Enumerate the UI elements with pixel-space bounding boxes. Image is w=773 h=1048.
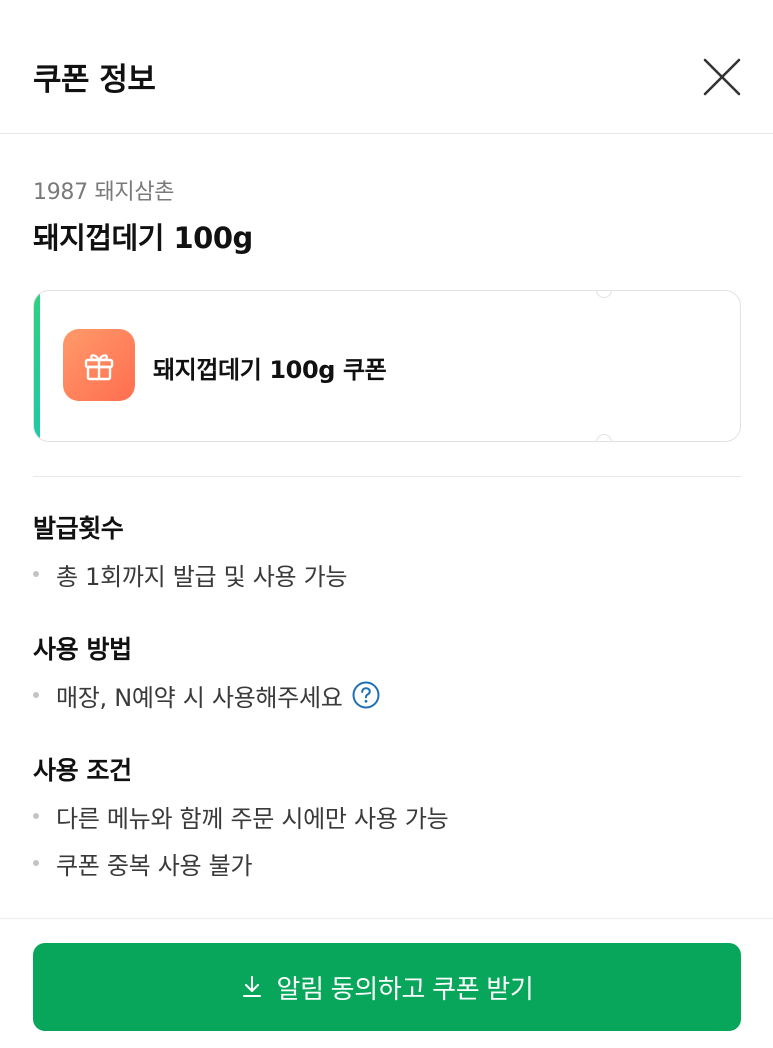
coupon-card: 돼지껍데기 100g 쿠폰 bbox=[33, 290, 741, 442]
header: 쿠폰 정보 bbox=[0, 0, 773, 134]
bullet-dot bbox=[33, 571, 39, 577]
list-item: 매장, N예약 시 사용해주세요 bbox=[33, 679, 380, 712]
coupon-notch-bottom bbox=[596, 434, 612, 441]
close-button[interactable] bbox=[700, 55, 744, 99]
bullet-dot bbox=[33, 813, 39, 819]
page-title: 쿠폰 정보 bbox=[33, 62, 156, 98]
close-icon bbox=[703, 58, 741, 96]
store-name: 1987 돼지삼촌 bbox=[33, 180, 175, 205]
bullet-dot bbox=[33, 692, 39, 698]
coupon-accent-bar bbox=[34, 291, 40, 441]
condition-text: 다른 메뉴와 함께 주문 시에만 사용 가능 bbox=[56, 804, 449, 833]
bullet-dot bbox=[33, 860, 39, 866]
section-divider bbox=[33, 476, 741, 477]
get-coupon-label: 알림 동의하고 쿠폰 받기 bbox=[276, 973, 534, 1004]
list-item: 쿠폰 중복 사용 불가 bbox=[33, 847, 253, 880]
download-icon bbox=[241, 975, 263, 999]
coupon-label: 돼지껍데기 100g 쿠폰 bbox=[153, 356, 387, 384]
issue-count-text: 총 1회까지 발급 및 사용 가능 bbox=[56, 562, 348, 591]
coupon-icon-tile bbox=[63, 329, 135, 401]
usage-method-title: 사용 방법 bbox=[33, 635, 132, 664]
coupon-info-sheet: 쿠폰 정보 1987 돼지삼촌 돼지껍데기 100g 돼지껍데기 100g 쿠폰 bbox=[0, 0, 773, 1048]
condition-text: 쿠폰 중복 사용 불가 bbox=[56, 851, 253, 880]
conditions-title: 사용 조건 bbox=[33, 756, 132, 785]
get-coupon-button[interactable]: 알림 동의하고 쿠폰 받기 bbox=[33, 943, 741, 1031]
footer-divider bbox=[0, 918, 773, 919]
help-icon[interactable] bbox=[352, 681, 380, 709]
list-item: 다른 메뉴와 함께 주문 시에만 사용 가능 bbox=[33, 800, 449, 833]
issue-count-title: 발급횟수 bbox=[33, 514, 124, 543]
product-name: 돼지껍데기 100g bbox=[33, 221, 253, 255]
usage-method-text: 매장, N예약 시 사용해주세요 bbox=[56, 683, 343, 712]
list-item: 총 1회까지 발급 및 사용 가능 bbox=[33, 558, 348, 591]
gift-icon bbox=[84, 354, 114, 381]
coupon-notch-top bbox=[596, 291, 612, 298]
